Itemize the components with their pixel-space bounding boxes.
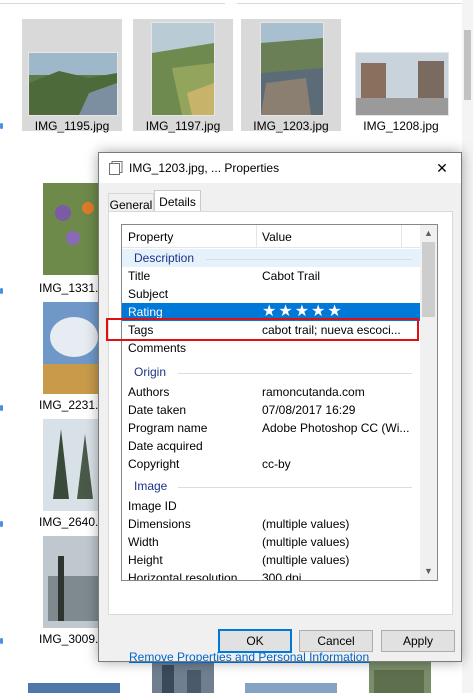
- dialog-titlebar[interactable]: IMG_1203.jpg, ... Properties ✕: [99, 153, 461, 183]
- list-scrollbar[interactable]: ▲ ▼: [420, 225, 437, 580]
- partial-thumbnail: [152, 660, 214, 693]
- partial-thumbnail: [369, 660, 431, 693]
- list-scroll-thumb[interactable]: [422, 242, 435, 317]
- property-row[interactable]: Date taken 07/08/2017 16:29: [122, 401, 420, 419]
- property-row[interactable]: Title Cabot Trail: [122, 267, 420, 285]
- file-thumbnail[interactable]: IMG_1197.jpg: [133, 19, 233, 133]
- file-name: IMG_1208.jpg: [363, 119, 439, 133]
- winter-image: [43, 536, 105, 628]
- property-row[interactable]: Date acquired: [122, 437, 420, 455]
- property-name: Dimensions: [128, 517, 191, 531]
- landscape-image: [28, 52, 118, 116]
- landscape-image: [151, 22, 215, 116]
- flowers-image: [43, 183, 105, 275]
- scroll-up-icon[interactable]: ▲: [420, 225, 437, 242]
- properties-list[interactable]: Property Value Description Title Cabot T…: [121, 224, 438, 581]
- marker: [0, 638, 3, 644]
- property-name: Copyright: [128, 457, 180, 471]
- file-name: IMG_1197.jpg: [145, 119, 221, 133]
- marker: [0, 123, 3, 129]
- properties-dialog[interactable]: IMG_1203.jpg, ... Properties ✕ General D…: [98, 152, 462, 664]
- explorer-scroll-thumb[interactable]: [464, 30, 471, 100]
- scroll-down-icon[interactable]: ▼: [420, 563, 437, 580]
- files-icon: [109, 161, 123, 175]
- property-name: Width: [128, 535, 159, 549]
- property-name: Title: [128, 269, 151, 283]
- property-value[interactable]: Cabot Trail: [262, 269, 320, 283]
- marker: [0, 521, 3, 527]
- dialog-title: IMG_1203.jpg, ... Properties: [129, 161, 280, 175]
- marker: [0, 405, 3, 411]
- apply-button[interactable]: Apply: [381, 630, 455, 652]
- property-name: Program name: [128, 421, 208, 435]
- property-value[interactable]: 300 dpi: [262, 571, 301, 580]
- property-row[interactable]: Dimensions (multiple values): [122, 515, 420, 533]
- snow-forest-image: [43, 419, 105, 511]
- property-row[interactable]: Subject: [122, 285, 420, 303]
- property-row[interactable]: Image ID: [122, 497, 420, 515]
- property-value[interactable]: 07/08/2017 16:29: [262, 403, 355, 417]
- marker: [0, 288, 3, 294]
- file-thumbnail[interactable]: IMG_1195.jpg: [22, 19, 122, 133]
- top-divider: [0, 0, 225, 4]
- property-value[interactable]: cc-by: [262, 457, 291, 471]
- section-description[interactable]: Description: [122, 249, 420, 267]
- property-name: Authors: [128, 385, 170, 399]
- column-divider[interactable]: [401, 225, 402, 247]
- column-property[interactable]: Property: [128, 230, 173, 244]
- section-image[interactable]: Image: [122, 477, 420, 495]
- property-value[interactable]: (multiple values): [262, 517, 349, 531]
- section-rule: [178, 487, 412, 488]
- property-name: Date acquired: [128, 439, 203, 453]
- section-origin[interactable]: Origin: [122, 363, 420, 381]
- property-row[interactable]: Height (multiple values): [122, 551, 420, 569]
- section-label: Description: [134, 251, 195, 265]
- top-strip: [0, 0, 473, 6]
- property-row[interactable]: Copyright cc-by: [122, 455, 420, 473]
- details-panel: Property Value Description Title Cabot T…: [108, 211, 453, 664]
- section-rule: [178, 373, 412, 374]
- file-name: IMG_1195.jpg: [34, 119, 110, 133]
- property-row[interactable]: Horizontal resolution 300 dpi: [122, 569, 420, 581]
- property-name: Rating: [128, 305, 163, 319]
- highlight-annotation: [106, 318, 419, 341]
- property-name: Subject: [128, 287, 169, 301]
- cancel-button[interactable]: Cancel: [299, 630, 373, 652]
- property-name: Date taken: [128, 403, 187, 417]
- field-image: [43, 302, 105, 394]
- property-name: Horizontal resolution: [128, 571, 238, 581]
- tab-general[interactable]: General: [108, 193, 154, 212]
- property-name: Image ID: [128, 499, 177, 513]
- section-rule: [206, 259, 412, 260]
- column-value[interactable]: Value: [262, 230, 292, 244]
- column-divider[interactable]: [256, 225, 257, 247]
- column-header: Property Value: [122, 225, 420, 248]
- property-row[interactable]: Comments: [122, 339, 420, 357]
- property-value[interactable]: (multiple values): [262, 553, 349, 567]
- property-row[interactable]: Width (multiple values): [122, 533, 420, 551]
- file-name: IMG_1203.jpg: [253, 119, 329, 133]
- file-thumbnail[interactable]: IMG_1208.jpg: [351, 19, 451, 133]
- property-name: Comments: [128, 341, 187, 355]
- property-value[interactable]: (multiple values): [262, 535, 349, 549]
- explorer-scrollbar[interactable]: [462, 0, 473, 693]
- landscape-image: [260, 22, 324, 116]
- partial-thumbnail: [28, 683, 120, 693]
- section-label: Origin: [134, 365, 167, 379]
- close-icon[interactable]: ✕: [430, 157, 454, 179]
- ok-button[interactable]: OK: [218, 629, 292, 653]
- file-thumbnail[interactable]: IMG_1203.jpg: [241, 19, 341, 133]
- property-row[interactable]: Authors ramoncutanda.com: [122, 383, 420, 401]
- property-name: Height: [128, 553, 163, 567]
- tab-details[interactable]: Details: [154, 190, 201, 213]
- landscape-image: [355, 52, 449, 116]
- section-label: Image: [134, 479, 168, 493]
- top-divider: [237, 0, 462, 4]
- property-value[interactable]: ramoncutanda.com: [262, 385, 365, 399]
- property-row[interactable]: Program name Adobe Photoshop CC (Wi...: [122, 419, 420, 437]
- property-value[interactable]: Adobe Photoshop CC (Wi...: [262, 421, 409, 435]
- partial-thumbnail: [245, 683, 337, 693]
